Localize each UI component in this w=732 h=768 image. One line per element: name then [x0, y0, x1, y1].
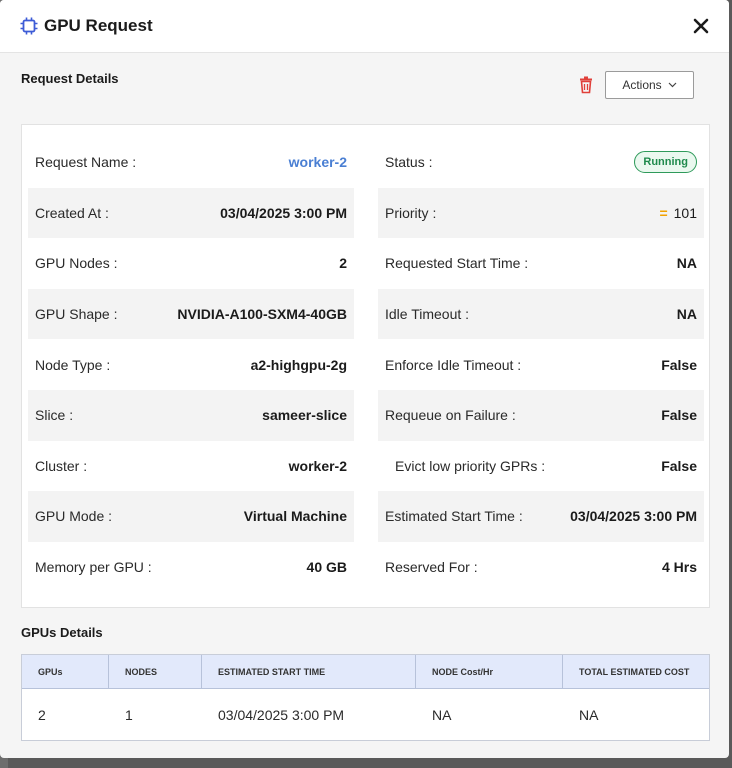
request-details-title: Request Details [21, 71, 119, 86]
detail-row-gpu-nodes: GPU Nodes : 2 [28, 238, 354, 289]
detail-row-slice: Slice : sameer-slice [28, 389, 354, 441]
detail-row-evict-low-priority: Evict low priority GPRs : False [378, 441, 704, 492]
request-details-card: Request Name : worker-2 Created At : 03/… [21, 124, 710, 608]
gpu-request-modal: GPU Request Request Details Actions Requ [0, 0, 729, 758]
detail-label: Requeue on Failure : [385, 407, 516, 424]
detail-row-node-type: Node Type : a2-highgpu-2g [28, 339, 354, 390]
detail-row-created-at: Created At : 03/04/2025 3:00 PM [28, 187, 354, 239]
detail-row-estimated-start-time: Estimated Start Time : 03/04/2025 3:00 P… [378, 491, 704, 542]
table-cell: 2 [38, 706, 46, 723]
detail-value: a2-highgpu-2g [250, 356, 347, 373]
detail-row-requested-start-time: Requested Start Time : NA [378, 238, 704, 289]
detail-label: Memory per GPU : [35, 559, 152, 576]
modal-title: GPU Request [44, 16, 153, 35]
table-header: GPUs NODES ESTIMATED START TIME NODE Cos… [22, 655, 709, 689]
gpus-details-title: GPUs Details [21, 625, 103, 640]
chip-icon [20, 17, 38, 35]
detail-value: False [661, 356, 697, 373]
detail-value: NA [676, 306, 697, 323]
detail-row-idle-timeout: Idle Timeout : NA [378, 288, 704, 340]
table-row: 2 1 03/04/2025 3:00 PM NA NA [22, 689, 709, 740]
detail-label: Priority : [385, 204, 437, 221]
detail-label: Request Name : [35, 154, 137, 171]
detail-value: NVIDIA-A100-SXM4-40GB [177, 306, 347, 323]
detail-value: sameer-slice [262, 407, 347, 424]
chevron-down-icon [668, 82, 677, 88]
status-badge: Running [634, 151, 697, 174]
detail-value: 03/04/2025 3:00 PM [220, 204, 347, 221]
detail-value: 2 [339, 255, 347, 272]
detail-value: 03/04/2025 3:00 PM [570, 508, 697, 525]
detail-label: Created At : [35, 204, 109, 221]
detail-value: worker-2 [288, 457, 347, 474]
detail-label: Enforce Idle Timeout : [385, 356, 522, 373]
detail-row-memory-per-gpu: Memory per GPU : 40 GB [28, 542, 354, 593]
actions-label: Actions [622, 78, 662, 92]
table-cell: NA [579, 706, 599, 723]
detail-label: Evict low priority GPRs : [395, 457, 546, 474]
table-cell: NA [432, 706, 452, 723]
detail-value: 4 Hrs [661, 559, 697, 576]
table-cell: 1 [125, 706, 133, 723]
detail-label: GPU Nodes : [35, 255, 118, 272]
detail-label: Idle Timeout : [385, 306, 470, 323]
detail-row-enforce-idle-timeout: Enforce Idle Timeout : False [378, 339, 704, 390]
request-name-link[interactable]: worker-2 [289, 154, 347, 170]
detail-row-cluster: Cluster : worker-2 [28, 441, 354, 492]
table-cell: 03/04/2025 3:00 PM [218, 706, 345, 723]
delete-icon[interactable] [578, 76, 594, 94]
detail-row-requeue-on-failure: Requeue on Failure : False [378, 389, 704, 441]
close-icon [693, 18, 709, 34]
detail-label: Requested Start Time : [385, 255, 529, 272]
detail-label: GPU Shape : [35, 306, 118, 323]
column-header-node-cost: NODE Cost/Hr [416, 655, 563, 688]
detail-label: Reserved For : [385, 559, 478, 576]
detail-value: 40 GB [306, 559, 347, 576]
detail-row-status: Status : Running [378, 137, 704, 188]
column-header-total-estimated-cost: TOTAL ESTIMATED COST [579, 666, 690, 677]
detail-row-gpu-mode: GPU Mode : Virtual Machine [28, 491, 354, 542]
details-right-column: Status : Running Priority : = 101 Reques… [378, 137, 704, 592]
gpus-details-table: GPUs NODES ESTIMATED START TIME NODE Cos… [21, 654, 710, 741]
priority-value: 101 [673, 204, 697, 221]
detail-value: Virtual Machine [243, 508, 347, 525]
detail-row-priority: Priority : = 101 [378, 187, 704, 239]
detail-label: Cluster : [35, 457, 88, 474]
column-header-gpus: GPUs [22, 655, 109, 688]
close-button[interactable] [691, 16, 711, 36]
detail-value: False [661, 407, 697, 424]
column-header-nodes: NODES [109, 655, 202, 688]
details-left-column: Request Name : worker-2 Created At : 03/… [28, 137, 354, 592]
detail-value: False [661, 457, 697, 474]
actions-button[interactable]: Actions [605, 71, 694, 99]
modal-header: GPU Request [0, 0, 729, 53]
detail-label: GPU Mode : [35, 508, 113, 525]
detail-value: NA [676, 255, 697, 272]
detail-row-reserved-for: Reserved For : 4 Hrs [378, 542, 704, 593]
detail-label: Status : [385, 154, 433, 171]
detail-row-request-name: Request Name : worker-2 [28, 137, 354, 188]
column-header-estimated-start-time: ESTIMATED START TIME [202, 655, 416, 688]
detail-row-gpu-shape: GPU Shape : NVIDIA-A100-SXM4-40GB [28, 288, 354, 340]
detail-label: Slice : [35, 407, 74, 424]
detail-label: Estimated Start Time : [385, 508, 523, 525]
detail-label: Node Type : [35, 356, 111, 373]
priority-medium-icon: = [659, 204, 668, 221]
